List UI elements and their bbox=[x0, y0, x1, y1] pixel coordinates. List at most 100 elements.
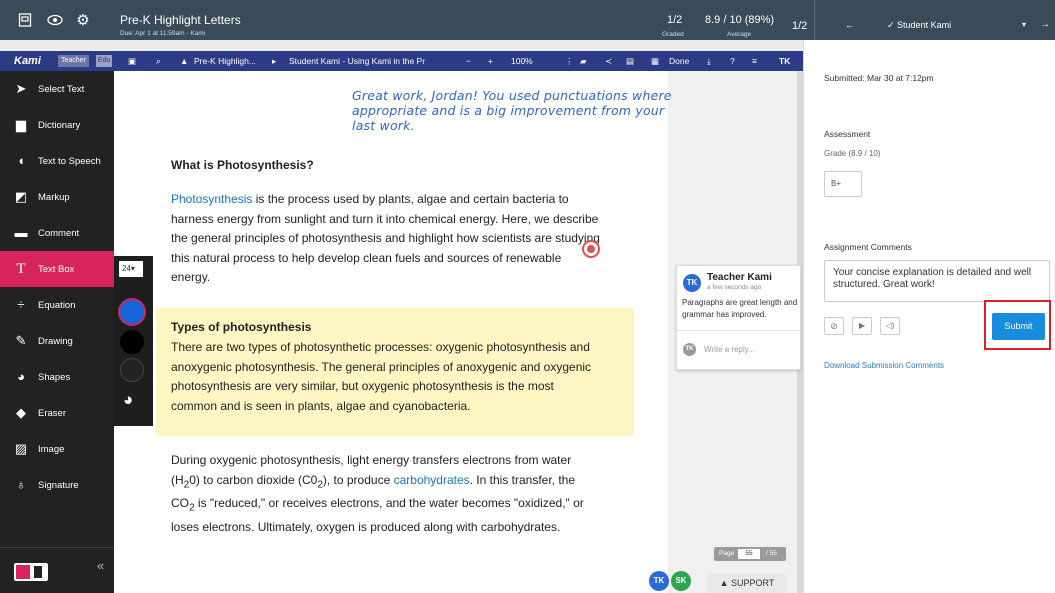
collaborator-avatar[interactable]: SK bbox=[671, 571, 691, 591]
average-value: 8.9 / 10 (89%) bbox=[705, 14, 775, 26]
search-icon[interactable]: ⌕ bbox=[156, 51, 161, 71]
text-span: is "reduced," or receives electrons, and… bbox=[171, 496, 584, 535]
check-icon: ✓ bbox=[887, 20, 898, 30]
media-icon[interactable]: ▶ bbox=[852, 317, 872, 335]
support-button[interactable]: ▲ SUPPORT bbox=[707, 574, 787, 593]
link-carbohydrates[interactable]: carbohydrates bbox=[394, 473, 470, 487]
file-breadcrumb[interactable]: Pre-K Highligh... bbox=[194, 51, 256, 71]
link-photosynthesis[interactable]: Photosynthesis bbox=[171, 192, 252, 206]
zoom-in-button[interactable]: + bbox=[488, 51, 493, 71]
comment-time: a few seconds ago bbox=[707, 284, 762, 291]
audio-icon[interactable]: ◁) bbox=[880, 317, 900, 335]
eraser-icon: ◆ bbox=[16, 405, 26, 420]
graded-label: Graded bbox=[662, 31, 684, 38]
drive-icon: ▲ bbox=[180, 56, 189, 66]
document-icon[interactable] bbox=[15, 10, 35, 30]
submit-button[interactable]: Submit bbox=[992, 313, 1045, 340]
tool-eraser[interactable]: ◆ Eraser bbox=[0, 395, 114, 431]
book-icon: ▆ bbox=[16, 117, 26, 132]
download-icon[interactable]: ⤓ bbox=[707, 51, 711, 71]
student-name: Student Kami bbox=[897, 20, 952, 30]
user-avatar[interactable]: TK bbox=[779, 51, 790, 71]
color-swatch-dark[interactable] bbox=[120, 358, 144, 382]
single-page-icon bbox=[16, 565, 30, 579]
shapes-icon: ◕ bbox=[17, 369, 25, 384]
divider bbox=[677, 330, 800, 331]
gear-icon[interactable]: ⚙ bbox=[73, 10, 93, 30]
tool-label: Image bbox=[38, 444, 65, 455]
tool-signature[interactable]: ♁ Signature bbox=[0, 467, 114, 503]
student-selector[interactable]: ✓ Student Kami bbox=[887, 20, 951, 31]
comment-card[interactable]: TK Teacher Kami a few seconds ago Paragr… bbox=[676, 265, 801, 370]
help-icon[interactable]: ? bbox=[730, 51, 735, 71]
due-date: Due: Apr 1 at 11:59am - Kami bbox=[120, 30, 206, 37]
page-label: Page bbox=[719, 550, 735, 557]
tool-label: Drawing bbox=[38, 336, 73, 347]
reply-input[interactable]: Write a reply... bbox=[704, 345, 755, 354]
sidebar-toggle-icon[interactable]: ▣ bbox=[128, 51, 136, 71]
paragraph-types: There are two types of photosynthetic pr… bbox=[171, 340, 592, 413]
dropdown-icon[interactable]: ▾ bbox=[1022, 20, 1026, 29]
tool-text-box[interactable]: T Text Box bbox=[0, 251, 114, 287]
download-comments-link[interactable]: Download Submission Comments bbox=[824, 361, 944, 370]
folder-icon[interactable]: ▰ bbox=[580, 51, 587, 71]
grade-input[interactable]: B+ bbox=[824, 171, 862, 197]
chevron-up-icon: ▲ bbox=[719, 578, 732, 588]
collaborator-avatar[interactable]: TK bbox=[649, 571, 669, 591]
collapse-icon[interactable]: « bbox=[97, 558, 104, 573]
save-icon[interactable]: ▦ bbox=[651, 51, 659, 71]
submitted-date: Submitted: Mar 30 at 7:12pm bbox=[824, 73, 934, 83]
color-swatch-black[interactable] bbox=[120, 330, 144, 354]
tool-comment[interactable]: ▬ Comment bbox=[0, 215, 114, 251]
tool-text-to-speech[interactable]: ◖ Text to Speech bbox=[0, 143, 114, 179]
print-icon[interactable]: ▤ bbox=[626, 51, 634, 71]
previous-student-arrow-icon[interactable]: ← bbox=[845, 20, 854, 30]
comment-author: Teacher Kami bbox=[707, 272, 772, 283]
edu-badge: Edu bbox=[96, 55, 113, 67]
tool-drawing[interactable]: ✎ Drawing bbox=[0, 323, 114, 359]
toolbar-footer: « bbox=[0, 547, 114, 593]
next-student-arrow-icon[interactable]: → bbox=[1040, 19, 1050, 30]
eye-icon[interactable] bbox=[45, 10, 65, 30]
tool-dictionary[interactable]: ▆ Dictionary bbox=[0, 107, 114, 143]
tool-label: Equation bbox=[38, 300, 76, 311]
signature-icon: ♁ bbox=[16, 477, 26, 492]
font-size-select[interactable]: 24▾ bbox=[119, 261, 143, 277]
tool-markup[interactable]: ◩ Markup bbox=[0, 179, 114, 215]
assignment-title[interactable]: Pre-K Highlight Letters bbox=[120, 14, 241, 26]
zoom-level[interactable]: 100% bbox=[511, 51, 533, 71]
page-indicator: Page 55 / 55 bbox=[714, 547, 786, 561]
chevron-down-icon: ▾ bbox=[130, 264, 135, 273]
record-marker-icon[interactable] bbox=[582, 240, 600, 258]
tool-label: Text to Speech bbox=[38, 156, 101, 167]
tool-shapes[interactable]: ◕ Shapes bbox=[0, 359, 114, 395]
tool-sidebar: ➤ Select Text ▆ Dictionary ◖ Text to Spe… bbox=[0, 71, 114, 593]
palette-icon[interactable]: ◕ bbox=[123, 390, 133, 410]
comments-heading: Assignment Comments bbox=[824, 242, 912, 252]
attach-icon[interactable]: ⊘ bbox=[824, 317, 844, 335]
page-current-input[interactable]: 55 bbox=[738, 549, 760, 559]
tool-image[interactable]: ▨ Image bbox=[0, 431, 114, 467]
share-icon[interactable]: ≺ bbox=[605, 51, 612, 71]
color-swatch-blue[interactable] bbox=[120, 300, 144, 324]
tool-select-text[interactable]: ➤ Select Text bbox=[0, 71, 114, 107]
tool-label: Shapes bbox=[38, 372, 71, 383]
done-button[interactable]: Done bbox=[669, 51, 689, 71]
menu-icon[interactable]: ≡ bbox=[752, 51, 757, 71]
handwritten-feedback: Great work, Jordan! You used punctuation… bbox=[352, 88, 672, 133]
zoom-out-button[interactable]: − bbox=[466, 51, 471, 71]
tool-equation[interactable]: ÷ Equation bbox=[0, 287, 114, 323]
tool-label: Comment bbox=[38, 228, 80, 239]
text-options-panel: 24▾ ◕ bbox=[114, 256, 153, 426]
cursor-icon: ➤ bbox=[15, 81, 27, 96]
tool-label: Signature bbox=[38, 480, 79, 491]
reply-avatar: TK bbox=[683, 343, 696, 356]
tool-label: Text Box bbox=[38, 264, 75, 275]
kami-logo: Kami bbox=[14, 55, 41, 67]
font-size-value: 24 bbox=[122, 264, 131, 273]
markup-icon: ◩ bbox=[14, 189, 28, 204]
comment-textarea[interactable]: Your concise explanation is detailed and… bbox=[824, 260, 1050, 302]
layout-toggle[interactable] bbox=[14, 563, 48, 581]
student-file-name[interactable]: Student Kami - Using Kami in the Pr bbox=[289, 51, 425, 71]
more-icon[interactable]: ⋮ bbox=[565, 51, 574, 71]
